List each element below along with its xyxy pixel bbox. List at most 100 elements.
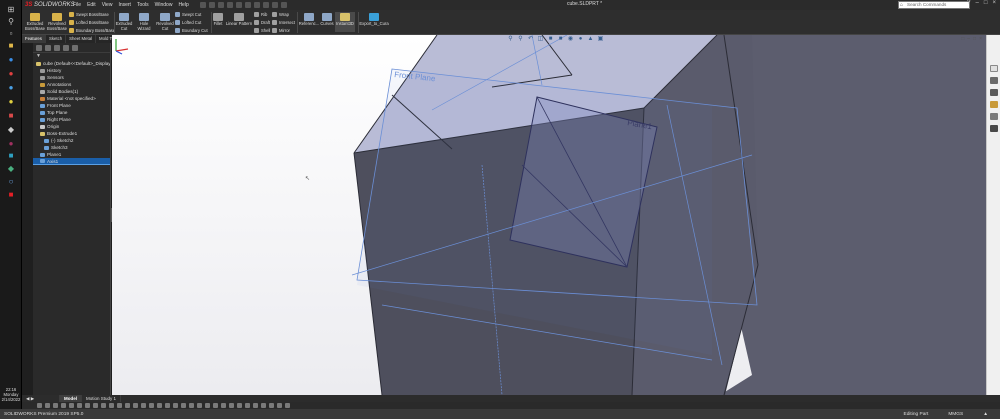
tree-item[interactable]: Origin	[33, 123, 110, 130]
bottom-toolbar-button[interactable]	[165, 403, 170, 408]
dimxpert-tab-icon[interactable]	[63, 44, 69, 51]
menu-edit[interactable]: Edit	[87, 2, 96, 8]
boundary-cut-button[interactable]: Boundary Cut	[175, 28, 208, 33]
bottom-toolbar-button[interactable]	[117, 403, 122, 408]
rebuild-icon[interactable]	[262, 2, 269, 8]
bottom-toolbar-button[interactable]	[277, 403, 282, 408]
bottom-toolbar-button[interactable]	[93, 403, 98, 408]
bottom-toolbar-button[interactable]	[285, 403, 290, 408]
tree-item[interactable]: Sketch3	[33, 144, 110, 151]
viewport-minimize-icon[interactable]: –	[967, 36, 970, 42]
revolved-cut-button[interactable]: Revolved Cut	[156, 13, 174, 31]
file-explorer-pane-icon[interactable]	[990, 89, 998, 96]
bottom-toolbar-button[interactable]	[237, 403, 242, 408]
edit-appearance-icon[interactable]: ●	[577, 36, 584, 42]
menu-insert[interactable]: Insert	[118, 2, 131, 8]
close-icon[interactable]: ×	[992, 0, 996, 6]
zoom-to-fit-icon[interactable]: ⚲	[507, 36, 514, 42]
bottom-toolbar-button[interactable]	[261, 403, 266, 408]
instant3d-button[interactable]: Instant3D	[335, 12, 355, 32]
tab-model[interactable]: Model	[60, 395, 82, 402]
tree-item[interactable]: cube (Default<<Default>_Display S	[33, 60, 110, 67]
options-gear-icon[interactable]	[280, 2, 287, 8]
bottom-toolbar-button[interactable]	[205, 403, 210, 408]
tree-item[interactable]: Front Plane	[33, 102, 110, 109]
tab-sketch[interactable]: Sketch	[46, 35, 67, 43]
appearances-icon[interactable]	[990, 113, 998, 120]
tree-item[interactable]: Axis1	[33, 158, 110, 165]
bottom-toolbar-button[interactable]	[173, 403, 178, 408]
view-orientation-icon[interactable]: ■	[547, 36, 554, 42]
bottom-toolbar-button[interactable]	[221, 403, 226, 408]
select-icon[interactable]	[253, 2, 260, 8]
bottom-toolbar-button[interactable]	[77, 403, 82, 408]
solidworks-resources-icon[interactable]	[990, 65, 998, 72]
hide-show-items-icon[interactable]: ◉	[567, 36, 574, 42]
view-palette-icon[interactable]	[990, 101, 998, 108]
bottom-toolbar-button[interactable]	[181, 403, 186, 408]
tab-sheet-metal[interactable]: Sheet Metal	[66, 35, 97, 43]
tree-item[interactable]: Top Plane	[33, 109, 110, 116]
tree-item[interactable]: (-) Sketch2	[33, 137, 110, 144]
property-manager-tab-icon[interactable]	[45, 44, 51, 51]
fillet-button[interactable]: Fillet	[212, 13, 224, 27]
unit-system[interactable]: MMGS	[948, 412, 963, 417]
bottom-toolbar-button[interactable]	[69, 403, 74, 408]
tree-item[interactable]: Material <not specified>	[33, 95, 110, 102]
custom-properties-icon[interactable]	[990, 125, 998, 132]
maximize-icon[interactable]: □	[984, 0, 988, 6]
app-blue-icon[interactable]: ●	[5, 82, 17, 92]
shell-button[interactable]: Shell	[254, 28, 270, 33]
bottom-toolbar-button[interactable]	[101, 403, 106, 408]
chrome-icon[interactable]: ●	[5, 96, 17, 106]
graphics-viewport[interactable]: Front Plane Plane1 ↖ ⚲ ⚲ ↶ ◫ ■ ■ ◉ ● ▲ ▣…	[112, 35, 986, 395]
revolved-boss-button[interactable]: Revolved Boss/Base	[46, 13, 68, 31]
previous-view-icon[interactable]: ↶	[527, 36, 534, 42]
bottom-toolbar-button[interactable]	[37, 403, 42, 408]
task-view-icon[interactable]: ▫	[5, 28, 17, 38]
filter-icon[interactable]: ▼	[33, 53, 110, 60]
search-commands-input[interactable]: Search Commands	[898, 1, 970, 9]
feature-tree-tab-icon[interactable]	[36, 44, 42, 51]
search-icon[interactable]: ⚲	[5, 16, 17, 26]
tree-item[interactable]: Annotations	[33, 81, 110, 88]
reference-geometry-button[interactable]: Referenc...	[299, 13, 319, 27]
tab-motion-study[interactable]: Motion Study 1	[82, 395, 122, 402]
bottom-toolbar-button[interactable]	[189, 403, 194, 408]
export-to-cura-button[interactable]: Export_to_Cura	[359, 13, 389, 27]
file-properties-icon[interactable]	[271, 2, 278, 8]
new-document-icon[interactable]	[208, 2, 215, 8]
display-manager-tab-icon[interactable]	[72, 44, 78, 51]
bottom-toolbar-button[interactable]	[61, 403, 66, 408]
tree-item[interactable]: History	[33, 67, 110, 74]
bottom-toolbar-button[interactable]	[157, 403, 162, 408]
wrap-button[interactable]: Wrap	[272, 12, 289, 17]
print-icon[interactable]	[235, 2, 242, 8]
app-icon[interactable]: ◆	[5, 163, 17, 173]
solidworks-logo[interactable]: 3S SOLIDWORKS	[22, 0, 75, 10]
customize-icon[interactable]: ▲	[983, 412, 988, 417]
bottom-toolbar-button[interactable]	[125, 403, 130, 408]
minimize-icon[interactable]: –	[976, 0, 979, 6]
bottom-toolbar-button[interactable]	[45, 403, 50, 408]
view-settings-icon[interactable]: ▣	[597, 36, 604, 42]
app-icon[interactable]: ■	[5, 150, 17, 160]
swept-cut-button[interactable]: Swept Cut	[175, 12, 201, 17]
bottom-toolbar-button[interactable]	[253, 403, 258, 408]
configuration-manager-tab-icon[interactable]	[54, 44, 60, 51]
intersect-button[interactable]: Intersect	[272, 20, 295, 25]
tree-item[interactable]: Solid Bodies(1)	[33, 88, 110, 95]
tab-features[interactable]: Features	[22, 35, 46, 43]
curves-button[interactable]: Curves	[320, 13, 334, 27]
tree-item[interactable]: Right Plane	[33, 116, 110, 123]
extruded-cut-button[interactable]: Extruded Cut	[116, 13, 132, 31]
solidworks-taskbar-icon[interactable]: ■	[5, 189, 17, 199]
apply-scene-icon[interactable]: ▲	[587, 36, 594, 42]
extruded-boss-button[interactable]: Extruded Boss/Base	[24, 13, 46, 31]
bottom-toolbar-button[interactable]	[245, 403, 250, 408]
taskbar-clock[interactable]: 22:16 Monday 2/14/2022	[0, 387, 22, 402]
menu-tools[interactable]: Tools	[137, 2, 149, 8]
bottom-toolbar-button[interactable]	[197, 403, 202, 408]
menu-help[interactable]: Help	[178, 2, 188, 8]
design-library-icon[interactable]	[990, 77, 998, 84]
